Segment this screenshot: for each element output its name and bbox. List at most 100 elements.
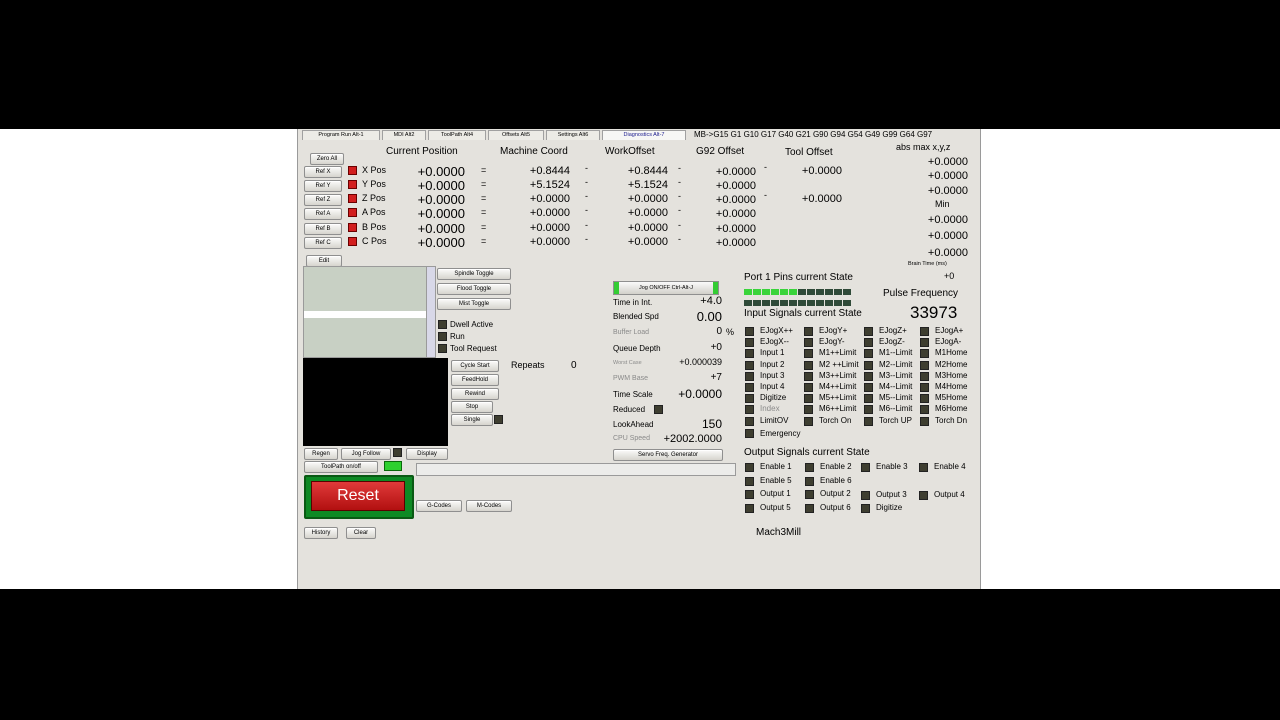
ref-a-button[interactable]: Ref A [304,208,342,220]
gcode-list[interactable] [303,266,428,358]
flood-toggle-button[interactable]: Flood Toggle [437,283,511,295]
input-led-m5home [920,394,929,404]
mist-toggle-button[interactable]: Mist Toggle [437,298,511,310]
reduced-led [654,405,663,414]
port-pin-13 [744,300,752,306]
output-led-enable-5 [745,477,754,486]
regen-button[interactable]: Regen [304,448,338,460]
cycle-start-button[interactable]: Cycle Start [451,360,499,372]
input-signal-torch-dn: Torch Dn [935,415,968,425]
input-led-ejogx- [745,338,754,348]
input-signal-m4home: M4Home [935,382,968,391]
clear-button[interactable]: Clear [346,527,376,539]
worst-case-value: +0.000039 [679,357,722,367]
toolpath-display[interactable] [303,358,448,446]
input-led-ejoga- [920,338,929,348]
input-signal-limitov: LimitOV [760,415,789,425]
tab-mdi[interactable]: MDI Alt2 [382,130,426,140]
queue-depth-label: Queue Depth [613,344,661,353]
output-led-output-6 [805,504,814,513]
spindle-toggle-button[interactable]: Spindle Toggle [437,268,511,280]
output-signal-output-5: Output 5 [760,503,791,512]
gcode-scrollbar[interactable] [426,266,436,358]
y-pos-label: Y Pos [362,179,386,189]
ref-y-button[interactable]: Ref Y [304,180,342,192]
blended-speed-value: 0.00 [696,309,722,324]
zero-all-button[interactable]: Zero All [310,153,344,165]
jog-onoff-button[interactable]: Jog ON/OFF Ctrl-Alt-J [613,281,719,295]
input-signal-ejogy-: EJogY- [819,337,845,347]
port-pin-1 [744,289,752,295]
port-pin-10 [825,289,833,295]
input-led-m3home [920,371,929,381]
display-button[interactable]: Display [406,448,448,460]
ref-x-button[interactable]: Ref X [304,166,342,178]
b-work-offset: +0.0000 [627,222,668,234]
m-codes-button[interactable]: M-Codes [466,500,512,512]
x-work-offset: +0.8444 [627,165,668,177]
x-equals: = [481,165,487,175]
output-led-enable-6 [805,477,814,486]
z-minus-1: - [585,191,588,201]
input-led-ejogx- [745,327,754,336]
ref-z-button[interactable]: Ref Z [304,194,342,206]
pwm-base-value: +7 [710,372,722,383]
input-signal-input-3: Input 3 [760,370,785,380]
ref-b-button[interactable]: Ref B [304,223,342,235]
port-pin-17 [780,300,788,306]
input-led-m4home [920,383,929,392]
input-led-ejoga- [920,327,929,336]
repeats-value: 0 [571,360,577,371]
jog-onoff-led-right [713,282,718,294]
ref-c-button[interactable]: Ref C [304,237,342,249]
letterbox-bottom [0,589,1280,720]
c-machine-coord: +0.0000 [529,236,570,248]
port-pin-18 [789,300,797,306]
tab-toolpath[interactable]: ToolPath Alt4 [428,130,486,140]
x-machine-coord: +0.8444 [529,165,570,177]
z-minus-2: - [678,191,681,201]
jog-follow-button[interactable]: Jog Follow [341,448,391,460]
port-pin-21 [816,300,824,306]
input-led-ejogz- [864,327,873,336]
output-led-enable-1 [745,463,754,472]
stop-button[interactable]: Stop [451,401,493,413]
run-label: Run [450,332,465,341]
input-signal-input-1: Input 1 [760,348,785,358]
feedhold-button[interactable]: FeedHold [451,374,499,386]
c-minus-2: - [678,234,681,244]
tab-offsets[interactable]: Offsets Alt5 [488,130,544,140]
input-led-digitize [745,394,754,404]
single-button[interactable]: Single [451,414,493,426]
input-led-ejogy- [804,338,813,348]
reset-button[interactable]: Reset [311,481,405,511]
port-pin-23 [834,300,842,306]
input-signal-ejogy-: EJogY+ [819,326,848,335]
input-led-m5-limit [864,394,873,404]
toolpath-onoff-button[interactable]: ToolPath on/off [304,461,378,473]
tab-settings[interactable]: Settings Alt6 [546,130,600,140]
b-minus-1: - [585,220,588,230]
input-led-m1-limit [864,349,873,359]
tab-diagnostics[interactable]: Diagnostics Alt-7 [602,130,686,140]
history-button[interactable]: History [304,527,338,539]
output-led-output-5 [745,504,754,513]
input-signal-m1-limit: M1--Limit [879,348,913,358]
input-signal-ejogz-: EJogZ- [879,337,905,347]
jog-onoff-led-left [614,282,619,294]
output-led-digitize [861,504,870,513]
y-current-position: +0.0000 [417,178,465,193]
c-current-position: +0.0000 [417,235,465,250]
servo-freq-generator-button[interactable]: Servo Freq. Generator [613,449,723,461]
g-codes-button[interactable]: G-Codes [416,500,462,512]
header-work-offset: WorkOffset [605,146,655,157]
toolpath-onoff-led [384,461,402,471]
single-block-led [494,415,503,424]
tab-program-run[interactable]: Program Run Alt-1 [302,130,380,140]
input-led-m6-limit [864,405,873,415]
input-led-ejogy- [804,327,813,336]
rewind-button[interactable]: Rewind [451,388,499,400]
output-signal-enable-1: Enable 1 [760,462,792,471]
port-pin-9 [816,289,824,295]
header-g92-offset: G92 Offset [696,146,745,157]
